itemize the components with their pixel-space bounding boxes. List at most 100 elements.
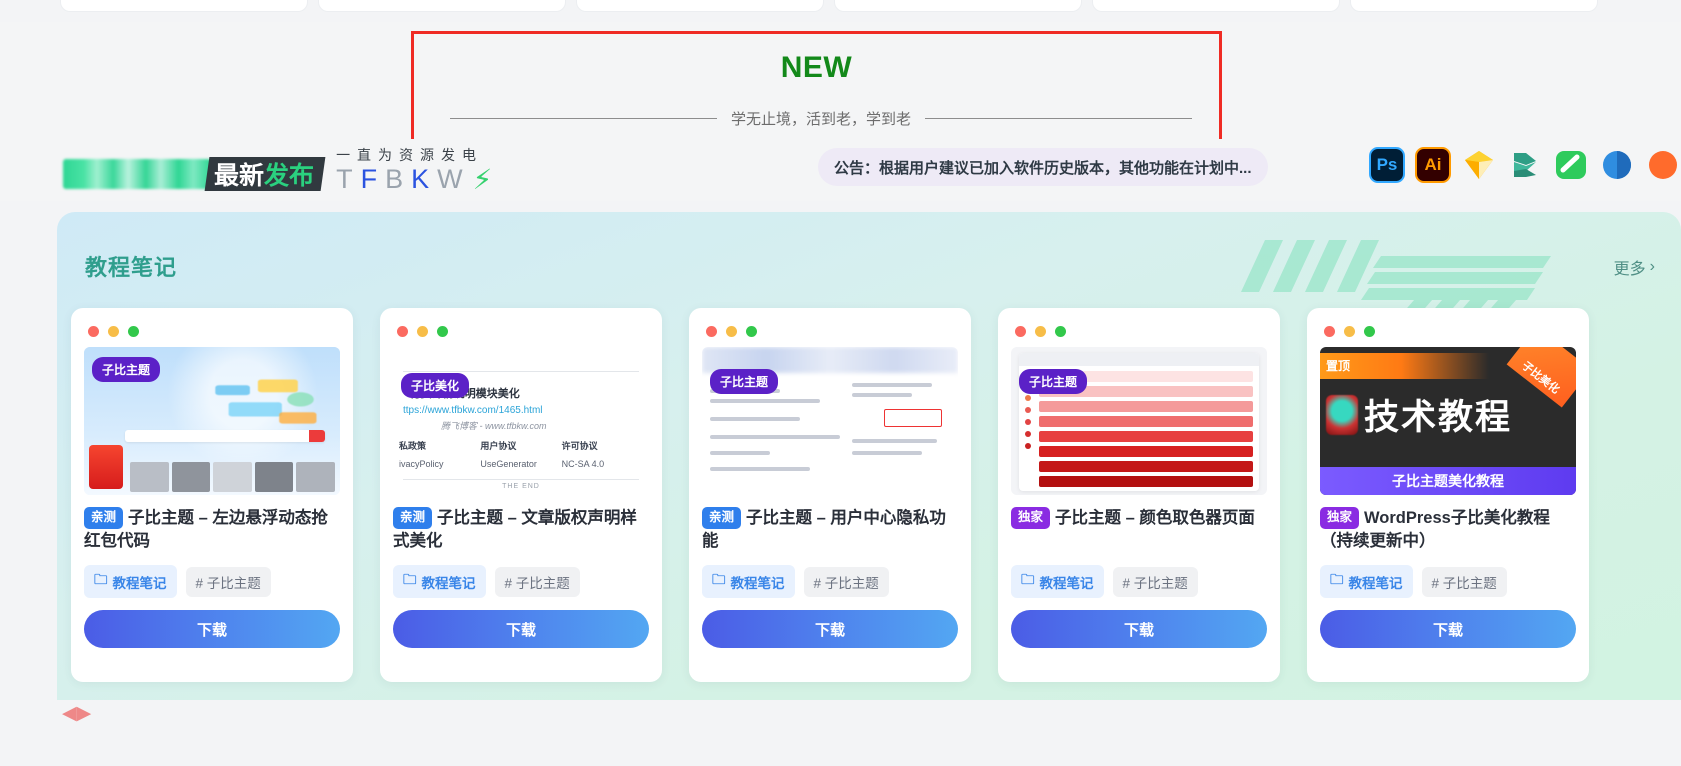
article-card[interactable]: 子比主题 亲测 子比主题 – 用户中心隐私功能 🗀 教程笔记 # 子比主题 下载 [689, 308, 971, 682]
article-card[interactable]: 子比主题 独家 子比主题 – 颜色取色器页面 🗀 教程笔记 # 子比主题 下载 [998, 308, 1280, 682]
card-meta: 🗀 教程笔记 # 子比主题 [702, 565, 958, 598]
window-dots [1011, 321, 1267, 347]
thumb-text-line [710, 451, 770, 455]
thumb-divider [403, 371, 639, 372]
thumb-headline: 技术教程 [1364, 398, 1513, 437]
window-dots [393, 321, 649, 347]
thumb-bar [1039, 461, 1253, 472]
card-title: 亲测 子比主题 – 文章版权声明样式美化 [393, 507, 649, 555]
badge-char-3: 发 [264, 162, 290, 190]
thumb-text-line [852, 439, 937, 443]
sketch-icon[interactable] [1461, 147, 1497, 183]
thumb-end-label: THE END [502, 483, 540, 490]
window-dots [84, 321, 340, 347]
thumb-table-head: 私政策 用户协议 许可协议 [399, 439, 643, 452]
thumb-photo [254, 462, 294, 493]
card-badge: 亲测 [393, 507, 433, 529]
thumb-bar [1039, 476, 1253, 487]
announcement-banner[interactable]: 公告：根据用户建议已加入软件历史版本，其他功能在计划中... [818, 148, 1268, 186]
indesign-icon[interactable] [1599, 147, 1635, 183]
card-meta: 🗀 教程笔记 # 子比主题 [1320, 565, 1576, 598]
card-tag[interactable]: # 子比主题 [803, 566, 889, 597]
illustrator-icon[interactable]: Ai [1415, 147, 1451, 183]
card-tag[interactable]: # 子比主题 [1112, 566, 1198, 597]
card-category[interactable]: 🗀 教程笔记 [1320, 565, 1413, 598]
card-thumbnail[interactable]: 子比主题 [1011, 347, 1267, 495]
card-category-label: 教程笔记 [112, 575, 167, 591]
thumb-bar [1039, 446, 1253, 457]
card-meta: 🗀 教程笔记 # 子比主题 [84, 565, 340, 598]
thumb-cell-2: UseGenerator [480, 459, 537, 469]
card-list: 子比主题 亲测 子比主题 – 左边悬浮动态抢红包代码 🗀 教程笔记 # 子比主题 … [71, 308, 1681, 682]
latest-release-badge: 最 新 发 布 [204, 157, 326, 191]
dot-red-icon [88, 326, 99, 337]
thumb-url: ttps://www.tfbkw.com/1465.html [403, 405, 543, 416]
more-app-icon[interactable] [1645, 147, 1681, 183]
download-button[interactable]: 下载 [1011, 610, 1267, 648]
badge-char-4: 布 [289, 162, 315, 190]
thumb-brand: 腾飞博客 - www.tfbkw.com [441, 421, 547, 431]
card-title: 独家 WordPress子比美化教程（持续更新中） [1320, 507, 1576, 555]
thumb-titlebar [1019, 353, 1259, 366]
brand-letter-t: T [336, 164, 361, 194]
folder-icon: 🗀 [94, 572, 108, 587]
download-button[interactable]: 下载 [393, 610, 649, 648]
card-thumbnail[interactable]: 置顶 技术教程 子比美化 子比主题美化教程 [1320, 347, 1576, 495]
photoshop-icon[interactable]: Ps [1369, 147, 1405, 183]
dot-yellow-icon [108, 326, 119, 337]
section-title: 教程笔记 [85, 255, 178, 280]
thumb-photo [130, 462, 169, 493]
brand-slogan: 一直为资源发电 T F B K W ⚡ [336, 145, 492, 194]
dot-yellow-icon [726, 326, 737, 337]
chevron-right-icon: › [1649, 258, 1655, 275]
thumb-mascot [1326, 395, 1358, 435]
folder-icon: 🗀 [1330, 572, 1344, 587]
thumb-dot [1025, 431, 1031, 437]
card-badge: 独家 [1320, 507, 1360, 529]
card-category[interactable]: 🗀 教程笔记 [1011, 565, 1104, 598]
card-category[interactable]: 🗀 教程笔记 [84, 565, 177, 598]
thumb-col-2: 用户协议 [480, 441, 517, 451]
dot-green-icon [1055, 326, 1066, 337]
article-card[interactable]: · 付费详情说明模块美化 ttps://www.tfbkw.com/1465.h… [380, 308, 662, 682]
card-thumbnail[interactable]: 子比主题 [84, 347, 340, 495]
thumb-badge: 子比主题 [92, 357, 161, 382]
xd-icon[interactable] [1507, 147, 1543, 183]
badge-char-2: 新 [239, 162, 265, 190]
thumb-col-3: 许可协议 [561, 441, 598, 451]
download-button[interactable]: 下载 [84, 610, 340, 648]
article-card[interactable]: 子比主题 亲测 子比主题 – 左边悬浮动态抢红包代码 🗀 教程笔记 # 子比主题 … [71, 308, 353, 682]
card-category[interactable]: 🗀 教程笔记 [393, 565, 486, 598]
page-bottom-strip: ◀▶ [0, 700, 1681, 766]
card-thumbnail[interactable]: 子比主题 [702, 347, 958, 495]
thumb-bar [1039, 401, 1253, 412]
card-tag[interactable]: # 子比主题 [1421, 566, 1507, 597]
divider-right [925, 118, 1193, 119]
card-title: 亲测 子比主题 – 左边悬浮动态抢红包代码 [84, 507, 340, 555]
card-category-label: 教程笔记 [1348, 575, 1403, 591]
card-title: 独家 子比主题 – 颜色取色器页面 [1011, 507, 1267, 555]
brand-letter-b: B [385, 164, 412, 194]
thumb-text-line [852, 383, 932, 387]
site-logo[interactable]: 最 新 发 布 一直为资源发电 T F B K W ⚡ [63, 145, 492, 193]
card-category-label: 教程笔记 [730, 575, 785, 591]
card-tag[interactable]: # 子比主题 [185, 566, 271, 597]
lightroom-icon[interactable] [1553, 147, 1589, 183]
prev-card-bottom [1350, 0, 1598, 12]
thumb-footer: 子比主题美化教程 [1320, 467, 1576, 495]
card-thumbnail[interactable]: · 付费详情说明模块美化 ttps://www.tfbkw.com/1465.h… [393, 347, 649, 495]
brand-letter-f: F [360, 164, 386, 194]
announcement-text: 公告：根据用户建议已加入软件历史版本，其他功能在计划中... [834, 159, 1252, 177]
thumb-text-line [710, 399, 820, 403]
card-tag[interactable]: # 子比主题 [494, 566, 580, 597]
article-card[interactable]: 置顶 技术教程 子比美化 子比主题美化教程 独家 WordPress子比美化教程（… [1307, 308, 1589, 682]
dot-yellow-icon [417, 326, 428, 337]
download-button[interactable]: 下载 [1320, 610, 1576, 648]
download-button[interactable]: 下载 [702, 610, 958, 648]
dot-yellow-icon [1035, 326, 1046, 337]
prev-card-bottom [1092, 0, 1340, 12]
section-more-link[interactable]: 更多 › [1614, 255, 1655, 279]
thumb-dot [1025, 407, 1031, 413]
logo-wordmark-blurred [63, 159, 211, 189]
card-category[interactable]: 🗀 教程笔记 [702, 565, 795, 598]
